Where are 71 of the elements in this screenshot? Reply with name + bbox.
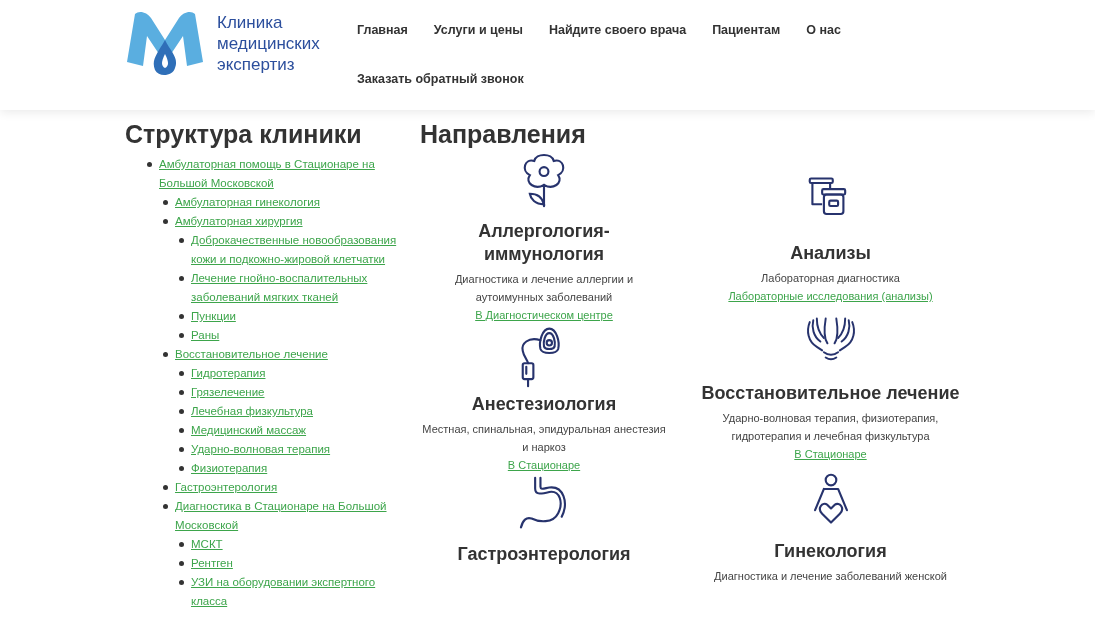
direction-title: Анализы [790, 242, 871, 265]
pregnant-woman-icon [813, 473, 848, 524]
tree-link[interactable]: Физиотерапия [191, 459, 268, 478]
direction-title: Гастроэнтерология [457, 543, 631, 566]
tree-link[interactable]: Раны [191, 326, 220, 345]
tree-link[interactable]: Лечение гнойно-воспалительных заболеваний мягких тканей [191, 269, 400, 307]
logo-icon[interactable] [125, 10, 205, 76]
tree-link[interactable]: Пункции [191, 307, 236, 326]
logo-text-line: Клиника [217, 12, 284, 33]
bullet-icon [179, 428, 184, 433]
direction-description: Диагностика и лечение заболеваний женской [714, 569, 947, 584]
tree-link[interactable]: Диагностика в Стационаре на Большой Московской [175, 497, 400, 535]
bullet-icon [179, 580, 184, 585]
section-heading: Направления [420, 120, 587, 149]
direction-link[interactable]: В Стационаре [507, 456, 581, 474]
bullet-icon [163, 219, 168, 224]
direction-description: Диагностика и лечение аллергии и аутоимунных заболеваний [453, 272, 635, 305]
jars-icon [808, 177, 846, 216]
direction-link[interactable]: Лабораторные исследования (анализы) [728, 287, 933, 305]
tree-link[interactable]: Гидротерапия [191, 364, 266, 383]
bullet-icon [179, 466, 184, 471]
tree-link[interactable]: Медицинский массаж [191, 421, 307, 440]
tree-link[interactable]: Рентген [191, 554, 233, 573]
direction-description: Ударно-волновая терапия, физиотерапия, гидротерапия и лечебная физкультура [721, 411, 940, 444]
bullet-icon [179, 390, 184, 395]
tree-link[interactable]: Гастроэнтерология [175, 478, 278, 497]
bullet-icon [179, 409, 184, 414]
bullet-icon [179, 561, 184, 566]
nav-link[interactable]: Заказать обратный звонок [344, 59, 537, 108]
direction-title: Гинекология [774, 540, 887, 563]
bullet-icon [179, 542, 184, 547]
bullet-icon [179, 447, 184, 452]
nav-link[interactable]: Главная [344, 10, 421, 59]
section-heading: Структура клиники [125, 120, 363, 149]
bullet-icon [163, 200, 168, 205]
nav-link[interactable]: Пациентам [699, 10, 794, 59]
tree-link[interactable]: Амбулаторная гинекология [175, 193, 320, 212]
bullet-icon [179, 238, 184, 243]
bullet-icon [163, 352, 168, 357]
bullet-icon [147, 162, 152, 167]
tree-link[interactable]: Восстановительное лечение [175, 345, 328, 364]
logo-text-line: экспертиз [217, 54, 296, 75]
tree-link[interactable]: Грязелечение [191, 383, 265, 402]
tree-link[interactable]: Амбулаторная помощь в Стационаре на Большой Московской [159, 155, 400, 193]
tree-link[interactable]: Ударно-волновая терапия [191, 440, 331, 459]
tree-link[interactable]: Лечебная физкультура [191, 402, 313, 421]
flower-icon [523, 153, 565, 208]
stomach-icon [519, 476, 566, 529]
tree-link[interactable]: Доброкачественные новообразования кожи и подкожно-жировой клетчатки [191, 231, 400, 269]
bullet-icon [179, 371, 184, 376]
tree-link[interactable]: МСКТ [191, 535, 223, 554]
direction-description: Местная, спинальная, эпидуральная анестезия и наркоз [421, 422, 667, 455]
direction-description: Лабораторная диагностика [761, 271, 900, 286]
nav-link[interactable]: Найдите своего врача [535, 10, 700, 59]
bullet-icon [163, 504, 168, 509]
bullet-icon [179, 276, 184, 281]
bullet-icon [179, 314, 184, 319]
logo-text-line: медицинских [217, 33, 321, 54]
tree-link[interactable]: УЗИ на оборудовании экспертного класса [191, 573, 400, 611]
direction-title: Аллергология-иммунология [477, 220, 611, 266]
nav-link[interactable]: Услуги и цены [420, 10, 536, 59]
nav-link[interactable]: О нас [793, 10, 854, 59]
bullet-icon [163, 485, 168, 490]
direction-title: Анестезиология [471, 393, 617, 416]
oxygen-mask-icon [521, 327, 560, 388]
direction-title: Восстановительное лечение [701, 382, 960, 405]
hands-icon [806, 317, 855, 361]
direction-link[interactable]: В Стационаре [794, 445, 867, 463]
tree-link[interactable]: Амбулаторная хирургия [175, 212, 303, 231]
direction-link[interactable]: В Диагностическом центре [475, 306, 613, 324]
bullet-icon [179, 333, 184, 338]
